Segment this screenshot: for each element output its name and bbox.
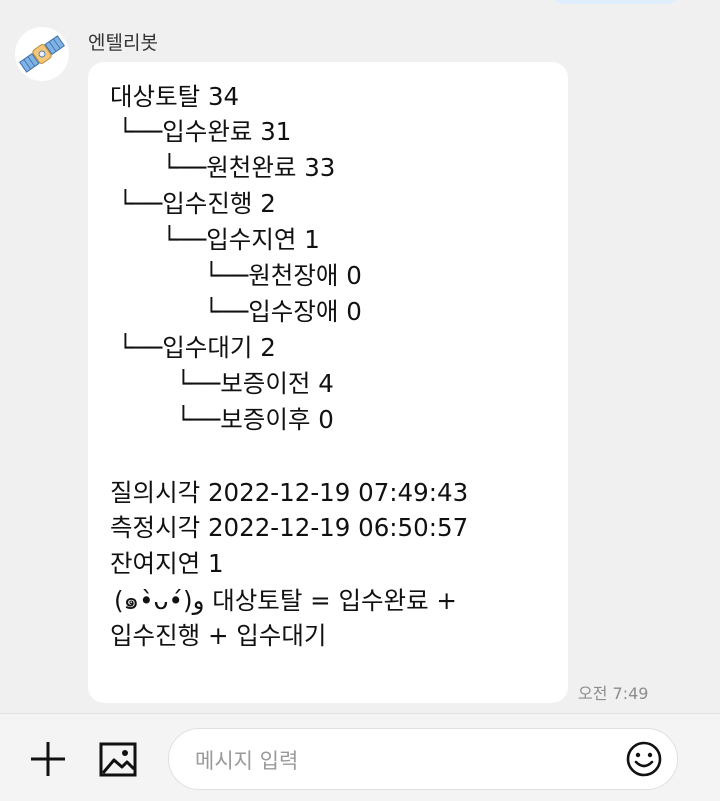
- satellite-icon: [19, 35, 65, 73]
- sender-name: 엔텔리봇: [88, 32, 158, 54]
- message-line: └──입수완료 31: [118, 117, 292, 146]
- send-image-button[interactable]: [98, 740, 140, 780]
- message-line: └──입수장애 0: [204, 297, 362, 326]
- message-input[interactable]: [193, 745, 617, 777]
- smiley-icon: [626, 741, 662, 777]
- emoji-button[interactable]: [625, 740, 663, 778]
- message-line: 측정시각 2022-12-19 06:50:57: [110, 513, 469, 542]
- message-line: 잔여지연 1: [110, 549, 224, 578]
- message-input-container[interactable]: [168, 728, 678, 790]
- plus-icon: [31, 742, 65, 776]
- message-line: 대상토탈 34: [110, 82, 240, 111]
- message-line: └──입수진행 2: [118, 189, 276, 218]
- message-line: └──보증이전 4: [176, 369, 334, 398]
- message-line: └──원천장애 0: [204, 261, 362, 290]
- image-icon: [99, 742, 137, 777]
- message-line: 질의시각 2022-12-19 07:49:43: [110, 478, 469, 507]
- message-line: 입수진행 + 입수대기: [110, 621, 327, 650]
- message-line: └──보증이후 0: [176, 405, 334, 434]
- message-line: (๑•̀ᴗ•́)و 대상토탈 = 입수완료 +: [114, 586, 457, 615]
- message-line: └──입수대기 2: [118, 333, 276, 362]
- message-line: └──입수지연 1: [162, 225, 320, 254]
- message-timestamp: 오전 7:49: [578, 684, 649, 703]
- message-line: └──원천완료 33: [162, 153, 336, 182]
- add-attachment-button[interactable]: [26, 740, 70, 780]
- bot-avatar[interactable]: [15, 27, 69, 81]
- previous-message-bubble: [550, 0, 680, 4]
